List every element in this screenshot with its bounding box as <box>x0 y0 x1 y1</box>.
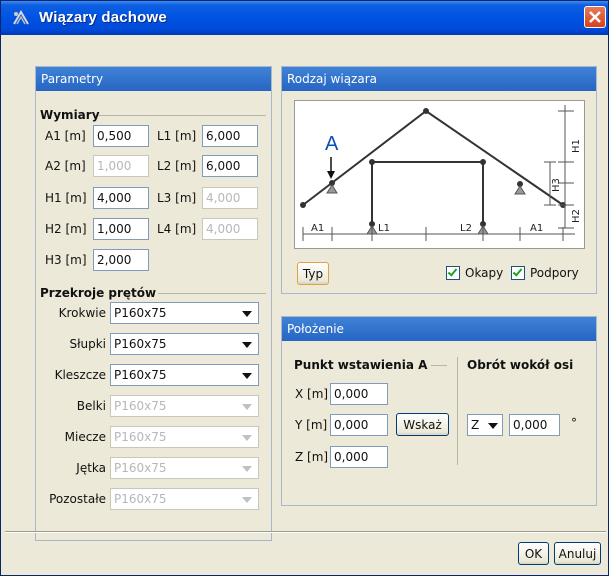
close-icon <box>589 11 601 23</box>
wymiary-divider <box>98 115 266 116</box>
jetka-value: P160x75 <box>114 461 167 475</box>
title-bar: Wiązary dachowe <box>1 1 608 35</box>
l4-field[interactable]: 4,000 <box>202 218 258 240</box>
degree-unit: ° <box>571 416 577 430</box>
check-icon <box>512 266 523 277</box>
l2-label: L2 [m] <box>157 159 197 173</box>
cancel-button[interactable]: Anuluj <box>554 542 601 565</box>
check-icon <box>447 266 458 277</box>
belki-label: Belki <box>76 399 106 413</box>
x-field[interactable]: 0,000 <box>330 383 388 405</box>
belki-value: P160x75 <box>114 399 167 413</box>
window-title: Wiązary dachowe <box>39 9 167 26</box>
h1-field[interactable]: 4,000 <box>93 187 149 209</box>
truss-diagram: A A1 L1 L2 A1 H1 H3 H2 <box>294 100 585 249</box>
l3-field[interactable]: 4,000 <box>202 187 258 209</box>
przekroje-heading: Przekroje prętów <box>40 286 157 300</box>
l3-label: L3 [m] <box>157 191 197 205</box>
chevron-down-icon <box>242 466 252 472</box>
typ-button[interactable]: Typ <box>297 262 329 285</box>
podpory-label: Podpory <box>530 266 579 280</box>
jetka-label: Jętka <box>76 461 106 475</box>
kleszcze-select[interactable]: P160x75 <box>110 364 259 386</box>
miecze-value: P160x75 <box>114 430 167 444</box>
a1-field[interactable]: 0,500 <box>93 125 149 147</box>
label-l2: L2 <box>460 223 472 234</box>
dialog-client-area: Parametry Wymiary A1 [m] 0,500 A2 [m] 1,… <box>5 35 606 573</box>
przekroje-divider <box>158 293 266 294</box>
punkt-divider <box>431 365 447 366</box>
dialog-window: Wiązary dachowe Parametry Wymiary A1 [m]… <box>0 0 609 576</box>
rodzaj-header: Rodzaj wiązara <box>282 67 596 91</box>
wymiary-heading: Wymiary <box>40 108 100 122</box>
belki-select[interactable]: P160x75 <box>110 395 259 417</box>
pozostale-select[interactable]: P160x75 <box>110 488 259 510</box>
label-h3: H3 <box>551 178 562 192</box>
slupki-select[interactable]: P160x75 <box>110 333 259 355</box>
y-field[interactable]: 0,000 <box>330 414 388 436</box>
polozenie-panel: Położenie Punkt wstawienia A Obrót wokół… <box>281 316 597 506</box>
obrot-heading: Obrót wokół osi <box>467 358 574 372</box>
z-field[interactable]: 0,000 <box>330 446 388 468</box>
ok-button[interactable]: OK <box>518 542 549 565</box>
label-a: A <box>325 133 339 155</box>
column-divider <box>457 357 458 465</box>
h2-label: H2 [m] <box>45 222 87 236</box>
l2-field[interactable]: 6,000 <box>202 155 258 177</box>
chevron-down-icon <box>242 497 252 503</box>
krokwie-select[interactable]: P160x75 <box>110 302 259 324</box>
okapy-label: Okapy <box>465 266 504 280</box>
parametry-panel: Parametry Wymiary A1 [m] 0,500 A2 [m] 1,… <box>35 66 272 541</box>
axis-value: Z <box>471 418 480 432</box>
chevron-down-icon <box>242 373 252 379</box>
l1-label: L1 [m] <box>157 129 197 143</box>
wskaz-button[interactable]: Wskaż <box>396 413 449 436</box>
a2-field[interactable]: 1,000 <box>93 155 149 177</box>
y-label: Y [m] <box>295 418 328 432</box>
x-label: X [m] <box>295 387 329 401</box>
l4-label: L4 [m] <box>157 222 197 236</box>
kleszcze-label: Kleszcze <box>54 368 106 382</box>
a1-label: A1 [m] <box>45 129 86 143</box>
jetka-select[interactable]: P160x75 <box>110 457 259 479</box>
h3-label: H3 [m] <box>45 253 87 267</box>
label-a1-right: A1 <box>530 223 543 234</box>
podpory-checkbox[interactable] <box>511 266 525 280</box>
pozostale-value: P160x75 <box>114 492 167 506</box>
parametry-header: Parametry <box>36 67 271 91</box>
h3-field[interactable]: 2,000 <box>93 249 149 271</box>
angle-field[interactable]: 0,000 <box>509 414 560 436</box>
punkt-wstawienia-heading: Punkt wstawienia A <box>294 358 428 372</box>
slupki-label: Słupki <box>69 337 106 351</box>
z-label: Z [m] <box>295 450 329 464</box>
label-a1-left: A1 <box>311 223 324 234</box>
okapy-checkbox[interactable] <box>446 266 460 280</box>
polozenie-header: Położenie <box>282 317 596 341</box>
chevron-down-icon <box>242 311 252 317</box>
kleszcze-value: P160x75 <box>114 368 167 382</box>
krokwie-value: P160x75 <box>114 306 167 320</box>
chevron-down-icon <box>242 435 252 441</box>
chevron-down-icon <box>242 404 252 410</box>
label-h2: H2 <box>571 209 582 223</box>
miecze-label: Miecze <box>64 430 106 444</box>
close-button[interactable] <box>584 6 606 28</box>
label-h1: H1 <box>571 139 582 153</box>
truss-drawing: A A1 L1 L2 A1 H1 H3 H2 <box>300 105 582 241</box>
roof-truss-app-icon <box>13 10 29 25</box>
krokwie-label: Krokwie <box>58 306 106 320</box>
l1-field[interactable]: 6,000 <box>202 125 258 147</box>
miecze-select[interactable]: P160x75 <box>110 426 259 448</box>
slupki-value: P160x75 <box>114 337 167 351</box>
chevron-down-icon <box>488 423 498 429</box>
h2-field[interactable]: 1,000 <box>93 218 149 240</box>
chevron-down-icon <box>242 342 252 348</box>
axis-select[interactable]: Z <box>467 414 503 436</box>
rodzaj-wiazara-panel: Rodzaj wiązara A A1 L1 L2 A1 H1 H3 H2 Ty… <box>281 66 597 294</box>
h1-label: H1 [m] <box>45 191 87 205</box>
a2-label: A2 [m] <box>45 159 86 173</box>
footer-divider <box>5 531 606 533</box>
pozostale-label: Pozostałe <box>49 492 106 506</box>
label-l1: L1 <box>378 223 390 234</box>
